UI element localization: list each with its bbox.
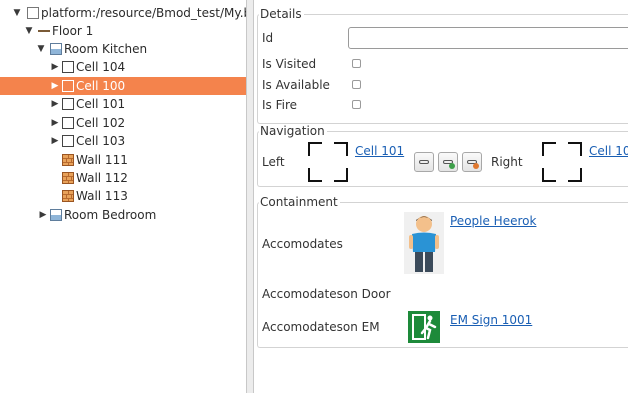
floor-icon	[38, 30, 50, 32]
expand-right-icon[interactable]: ▶	[38, 206, 48, 224]
em-sign-link[interactable]: EM Sign 1001	[450, 313, 532, 327]
accomodateson-em-label: Accomodateson EM	[262, 320, 380, 334]
details-title: Details	[259, 7, 304, 21]
tree-item-wall[interactable]: Wall 112	[0, 169, 246, 187]
expand-right-icon[interactable]: ▶	[50, 132, 60, 150]
cell-icon	[62, 80, 74, 92]
tree-item-room-kitchen[interactable]: ▼ Room Kitchen	[0, 40, 246, 58]
right-cell-link[interactable]: Cell 102	[589, 144, 628, 158]
tree-item-label: Cell 102	[76, 116, 126, 130]
expand-down-icon[interactable]: ▼	[36, 40, 46, 58]
navigation-title: Navigation	[259, 124, 327, 138]
cell-icon	[62, 61, 74, 73]
tree-item-cell[interactable]: ▶ Cell 102	[0, 114, 246, 132]
is-fire-label: Is Fire	[262, 98, 298, 112]
expand-down-icon[interactable]: ▼	[12, 4, 22, 22]
wall-icon	[62, 172, 74, 184]
is-available-checkbox[interactable]	[352, 80, 361, 89]
is-visited-label: Is Visited	[262, 57, 317, 71]
tree-item-room-bedroom[interactable]: ▶ Room Bedroom	[0, 206, 246, 224]
tree-item-label: Room Kitchen	[64, 42, 148, 56]
tree-item-label: Floor 1	[52, 24, 94, 38]
cell-icon	[62, 117, 74, 129]
add-badge-icon	[449, 163, 455, 169]
tree-item-label: Wall 111	[76, 153, 128, 167]
tree-item-label: Cell 104	[76, 60, 126, 74]
tree-item-label: Room Bedroom	[64, 208, 157, 222]
left-cell-link[interactable]: Cell 101	[355, 144, 404, 158]
is-visited-checkbox[interactable]	[352, 59, 361, 68]
tree-root-label: platform:/resource/Bmod_test/My.bm	[41, 6, 246, 20]
accomodates-link[interactable]: People Heerok	[450, 214, 536, 228]
right-label: Right	[491, 155, 523, 169]
left-cell-icon	[308, 142, 348, 182]
wall-icon	[62, 190, 74, 202]
expand-down-icon[interactable]: ▼	[24, 22, 34, 40]
tree-item-floor[interactable]: ▼ Floor 1	[0, 22, 246, 40]
tree-item-cell-selected[interactable]: ▶ Cell 100	[0, 77, 246, 95]
remove-link-button[interactable]	[462, 152, 482, 172]
tree-item-label: Wall 112	[76, 171, 128, 185]
wall-icon	[62, 154, 74, 166]
link-button[interactable]	[414, 152, 434, 172]
tree-item-cell[interactable]: ▶ Cell 101	[0, 95, 246, 113]
add-link-button[interactable]	[438, 152, 458, 172]
is-available-label: Is Available	[262, 78, 330, 92]
accomodates-label: Accomodates	[262, 237, 343, 251]
expand-right-icon[interactable]: ▶	[50, 77, 60, 95]
containment-title: Containment	[259, 195, 340, 209]
tree-item-cell[interactable]: ▶ Cell 103	[0, 132, 246, 150]
exit-sign-icon	[408, 311, 440, 343]
cell-icon	[62, 135, 74, 147]
link-icon	[419, 160, 429, 164]
remove-badge-icon	[473, 163, 479, 169]
tree-item-label: Cell 103	[76, 134, 126, 148]
resource-file-icon	[27, 7, 39, 19]
is-fire-checkbox[interactable]	[352, 100, 361, 109]
room-icon	[50, 43, 62, 55]
expand-right-icon[interactable]: ▶	[50, 114, 60, 132]
cell-icon	[62, 98, 74, 110]
tree-item-label: Cell 101	[76, 97, 126, 111]
tree-item-wall[interactable]: Wall 111	[0, 151, 246, 169]
accomodateson-door-label: Accomodateson Door	[262, 287, 391, 301]
room-icon	[50, 209, 62, 221]
model-tree[interactable]: ▼ platform:/resource/Bmod_test/My.bm ▼ F…	[0, 0, 246, 393]
id-input[interactable]	[348, 27, 628, 49]
right-cell-icon	[542, 142, 582, 182]
left-label: Left	[262, 155, 285, 169]
id-label: Id	[262, 31, 274, 45]
expand-right-icon[interactable]: ▶	[50, 58, 60, 76]
tree-root[interactable]: ▼ platform:/resource/Bmod_test/My.bm	[0, 4, 246, 22]
tree-item-cell[interactable]: ▶ Cell 104	[0, 58, 246, 76]
person-icon	[404, 212, 444, 274]
tree-item-label: Cell 100	[76, 79, 126, 93]
expand-right-icon[interactable]: ▶	[50, 95, 60, 113]
tree-item-label: Wall 113	[76, 189, 128, 203]
tree-item-wall[interactable]: Wall 113	[0, 187, 246, 205]
